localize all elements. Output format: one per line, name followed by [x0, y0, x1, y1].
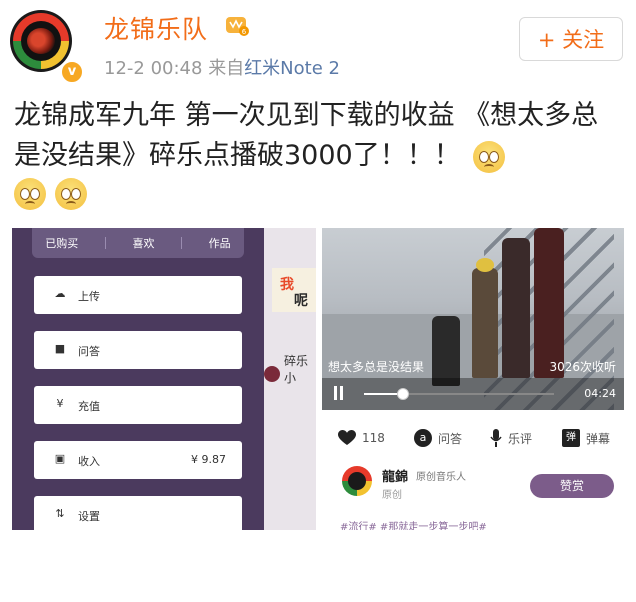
promo-text: 呢: [294, 293, 308, 309]
cloud-icon: ☁: [54, 287, 66, 300]
video-player[interactable]: 想太多总是没结果 3026次收听 04:24: [322, 228, 624, 410]
danmaku-icon: 弹: [562, 429, 580, 447]
play-count: 3026次收听: [549, 360, 616, 374]
vip-crown-icon: 6: [226, 17, 249, 36]
post-time: 12-2 00:48: [104, 58, 203, 79]
tab-works[interactable]: 作品: [209, 235, 231, 251]
artist-avatar[interactable]: [342, 466, 372, 496]
danmaku-button[interactable]: 弹 弹幕: [562, 426, 610, 450]
video-title: 想太多总是没结果: [328, 360, 425, 374]
progress-track[interactable]: [364, 393, 554, 395]
emoji-row: [14, 178, 88, 210]
promo-text: 我: [280, 277, 294, 293]
action-label: 乐评: [508, 431, 533, 446]
tab-liked[interactable]: 喜欢: [132, 235, 154, 251]
yen-icon: ¥: [56, 397, 64, 410]
profile-tabs: 已购买 喜欢 作品: [32, 228, 244, 258]
source-prefix: 来自: [208, 58, 245, 79]
menu-item-upload[interactable]: ☁ 上传: [34, 276, 242, 314]
chat-icon: ■: [54, 342, 66, 355]
pleading-emoji-icon: [473, 140, 506, 173]
settings-icon: ⇅: [55, 507, 65, 520]
screenshot-profile-menu[interactable]: 已购买 喜欢 作品 ☁ 上传 ■ 问答 ¥ 充值 ▣ 收入 ¥ 9.87 ⇅ 设…: [12, 228, 264, 530]
action-label: 问答: [438, 431, 463, 446]
feed-item-title: 碎乐小: [284, 354, 309, 385]
like-button[interactable]: 118: [338, 426, 385, 450]
menu-label: 问答: [78, 345, 100, 358]
duration: 04:24: [584, 387, 616, 400]
menu-item-recharge[interactable]: ¥ 充值: [34, 386, 242, 424]
pause-icon[interactable]: [332, 386, 344, 400]
promo-card: 我 呢: [272, 268, 316, 312]
svg-text:6: 6: [242, 28, 247, 36]
menu-item-settings[interactable]: ⇅ 设置: [34, 496, 242, 530]
author-name[interactable]: 龙锦乐队: [104, 10, 208, 46]
review-button[interactable]: 乐评: [490, 426, 532, 450]
artist-name[interactable]: 龍錦: [382, 466, 408, 485]
action-bar: 118 a 问答 乐评 弹 弹幕: [322, 426, 624, 450]
wallet-icon: ▣: [54, 452, 66, 465]
artist-row: 龍錦 原创音乐人 原创 赞赏: [322, 464, 624, 504]
screenshot-player[interactable]: 想太多总是没结果 3026次收听 04:24 118 a 问答 乐评 弹 弹幕 …: [322, 228, 624, 530]
artist-role: 原创音乐人: [416, 472, 466, 483]
song-tags[interactable]: #流行# #那就走一步算一步吧#: [340, 518, 487, 530]
post-text: 龙锦成军九年 第一次见到下载的收益 《想太多总是没结果》碎乐点播破3000了！！…: [14, 96, 624, 176]
dragon-logo-icon: [27, 28, 55, 54]
mic-icon: [490, 429, 502, 447]
tab-purchased[interactable]: 已购买: [45, 235, 78, 251]
heart-icon: [338, 430, 356, 445]
verified-badge: v: [60, 60, 84, 84]
pleading-emoji-icon: [55, 178, 88, 210]
progress-knob[interactable]: [397, 388, 409, 400]
qa-button[interactable]: a 问答: [414, 426, 462, 450]
tip-button[interactable]: 赞赏: [530, 474, 614, 498]
menu-label: 上传: [78, 290, 100, 303]
menu-label: 收入: [78, 455, 100, 468]
post-meta: 12-2 00:48 来自红米Note 2: [104, 54, 340, 80]
menu-label: 充值: [78, 400, 100, 413]
menu-item-income[interactable]: ▣ 收入 ¥ 9.87: [34, 441, 242, 479]
pleading-emoji-icon: [14, 178, 46, 210]
source-device[interactable]: 红米Note 2: [244, 58, 340, 79]
original-tag: 原创: [382, 490, 402, 501]
follow-button[interactable]: + 关注: [519, 17, 623, 61]
income-value: ¥ 9.87: [191, 453, 226, 466]
screenshot-feed-strip: 我 呢 碎乐小: [264, 228, 316, 530]
qa-icon: a: [414, 429, 432, 447]
menu-label: 设置: [78, 510, 100, 523]
action-label: 弹幕: [586, 431, 611, 446]
post-body: 龙锦成军九年 第一次见到下载的收益 《想太多总是没结果》碎乐点播破3000了！！…: [14, 100, 599, 171]
like-count: 118: [362, 431, 385, 445]
avatar: [264, 366, 280, 382]
menu-item-qa[interactable]: ■ 问答: [34, 331, 242, 369]
